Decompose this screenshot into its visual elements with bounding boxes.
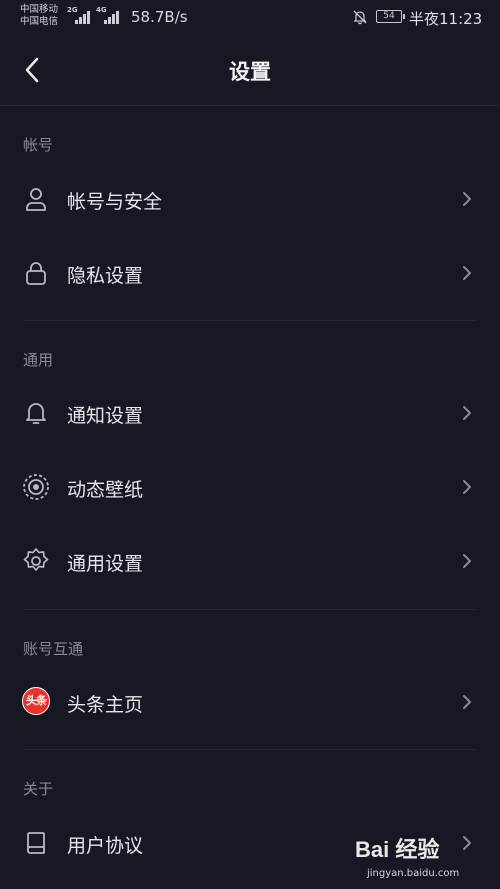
book-icon [27,832,45,854]
clock: 半夜11:23 [409,10,483,28]
battery-indicator: 54 [376,10,405,23]
item-label: 通用设置 [67,553,144,575]
item-label: 通知设置 [67,405,144,427]
chevron-right-icon [463,480,471,494]
section-divider [23,749,477,750]
settings-item-notifications[interactable]: 通知设置 [0,377,500,447]
section-divider [23,320,477,321]
watermark-brand: Bai 经验 [355,837,440,862]
item-label: 用户协议 [67,835,144,857]
settings-item-account-security[interactable]: 帐号与安全 [0,163,500,233]
item-label: 帐号与安全 [67,191,163,213]
page-title: 设置 [229,60,271,84]
wallpaper-icon [23,474,49,500]
chevron-right-icon [463,554,471,568]
bell-off-icon [353,10,367,25]
chevron-right-icon [463,406,471,420]
chevron-right-icon [463,266,471,280]
settings-item-general-settings[interactable]: 通用设置 [0,525,500,595]
settings-item-live-wallpaper[interactable]: 动态壁纸 [0,451,500,521]
network-speed: 58.7B/s [131,8,188,26]
status-bar: 中国移动 中国电信 2G 4G 58.7B/s 54 半夜11:23 [0,0,500,34]
baidu-jingyan-watermark: Bai 经验 jingyan.baidu.com [355,832,495,886]
user-icon [26,188,46,211]
section-header-linked-accounts: 账号互通 [23,640,84,658]
settings-item-toutiao-home[interactable]: 头条 头条主页 [0,666,500,736]
lock-icon [26,262,46,285]
carrier-labels: 中国移动 中国电信 [20,4,58,28]
section-header-account: 帐号 [23,136,54,154]
bell-icon [26,403,46,424]
chevron-right-icon [463,192,471,206]
item-label: 头条主页 [67,694,144,716]
carrier-1: 中国移动 [20,4,59,15]
section-divider [23,609,477,610]
chevron-right-icon [463,695,471,709]
section-header-general: 通用 [23,351,54,369]
settings-item-privacy[interactable]: 隐私设置 [0,237,500,307]
toutiao-icon: 头条 [22,687,50,715]
title-bar: 设置 [0,34,500,106]
item-label: 动态壁纸 [67,479,144,501]
item-label: 隐私设置 [67,265,144,287]
section-header-about: 关于 [23,780,54,798]
gear-icon [23,548,49,571]
carrier-2: 中国电信 [20,16,59,27]
watermark-url: jingyan.baidu.com [367,868,460,879]
